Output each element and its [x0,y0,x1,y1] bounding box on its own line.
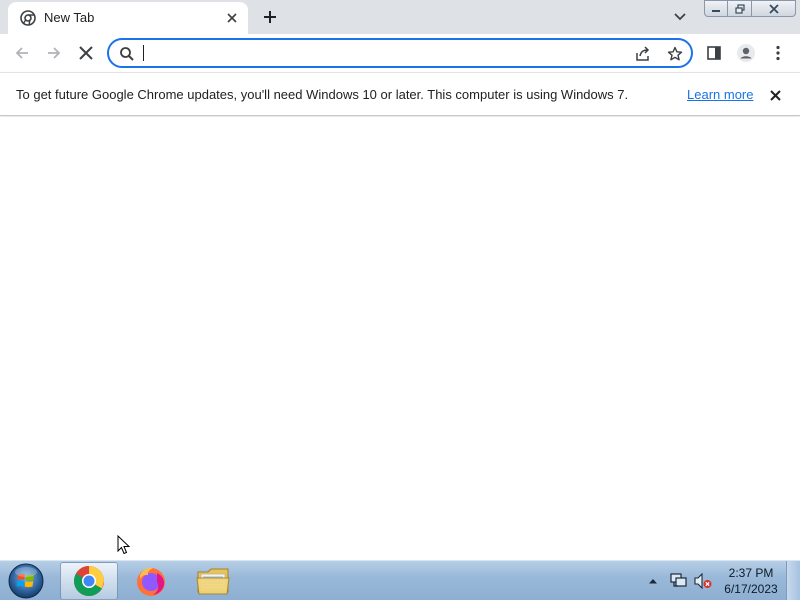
restore-button[interactable] [728,0,752,17]
new-tab-button[interactable] [258,5,282,29]
back-button[interactable] [10,41,34,65]
volume-tray-button[interactable] [692,570,714,592]
share-button[interactable] [633,45,653,63]
close-icon [227,13,237,23]
text-caret [143,45,144,61]
chrome-icon [73,566,104,597]
learn-more-link[interactable]: Learn more [687,87,753,102]
close-window-button[interactable] [752,0,796,17]
system-tray [642,561,717,600]
show-desktop-button[interactable] [786,561,800,600]
page-content[interactable] [0,117,800,560]
clock-date: 6/17/2023 [724,582,778,596]
share-icon [636,46,650,61]
taskbar-chrome[interactable] [60,562,118,600]
windows-start-icon [8,563,44,599]
profile-icon [737,44,755,62]
infobar-message: To get future Google Chrome updates, you… [16,87,629,102]
search-icon [120,47,134,61]
folder-icon [196,568,230,595]
close-icon [768,3,779,14]
star-icon [667,46,683,61]
network-icon [670,573,687,587]
side-panel-icon [707,46,721,60]
infobar-close-button[interactable] [766,86,784,104]
volume-muted-icon [694,573,712,589]
minimize-icon [712,9,720,12]
start-button[interactable] [6,562,46,600]
taskbar-explorer[interactable] [184,562,242,600]
caret-up-icon [649,579,657,584]
update-infobar: To get future Google Chrome updates, you… [0,72,800,116]
bookmark-button[interactable] [665,45,685,63]
browser-toolbar [0,34,800,72]
stop-loading-icon [79,46,93,60]
restore-icon [734,3,745,14]
chevron-down-icon [674,13,686,21]
windows-taskbar: 2:37 PM 6/17/2023 [0,560,800,600]
taskbar-firefox[interactable] [122,562,180,600]
tab-new-tab[interactable]: New Tab [8,2,248,34]
tab-search-button[interactable] [670,7,690,27]
close-icon [769,89,781,101]
tab-title: New Tab [44,10,95,25]
plus-icon [264,11,276,23]
arrow-left-icon [15,47,28,59]
stop-loading-button[interactable] [74,41,98,65]
firefox-icon [137,567,165,596]
mouse-cursor-icon [117,535,131,555]
minimize-button[interactable] [704,0,728,17]
screen: New Tab To get future Google Chrome upda… [0,0,800,600]
show-hidden-icons-button[interactable] [642,570,664,592]
taskbar-clock[interactable]: 2:37 PM 6/17/2023 [720,565,782,597]
clock-time: 2:37 PM [728,566,774,580]
address-input[interactable] [142,43,612,63]
arrow-right-icon [48,47,61,59]
window-controls [704,0,796,18]
profile-button[interactable] [734,41,758,65]
tab-close-button[interactable] [222,8,242,28]
network-tray-button[interactable] [667,570,689,592]
chrome-newtab-icon [20,10,36,26]
address-bar[interactable] [107,38,693,68]
chrome-menu-button[interactable] [766,41,790,65]
side-panel-button[interactable] [702,41,726,65]
forward-button[interactable] [42,41,66,65]
tab-strip: New Tab [0,0,800,34]
kebab-menu-icon [776,45,780,61]
